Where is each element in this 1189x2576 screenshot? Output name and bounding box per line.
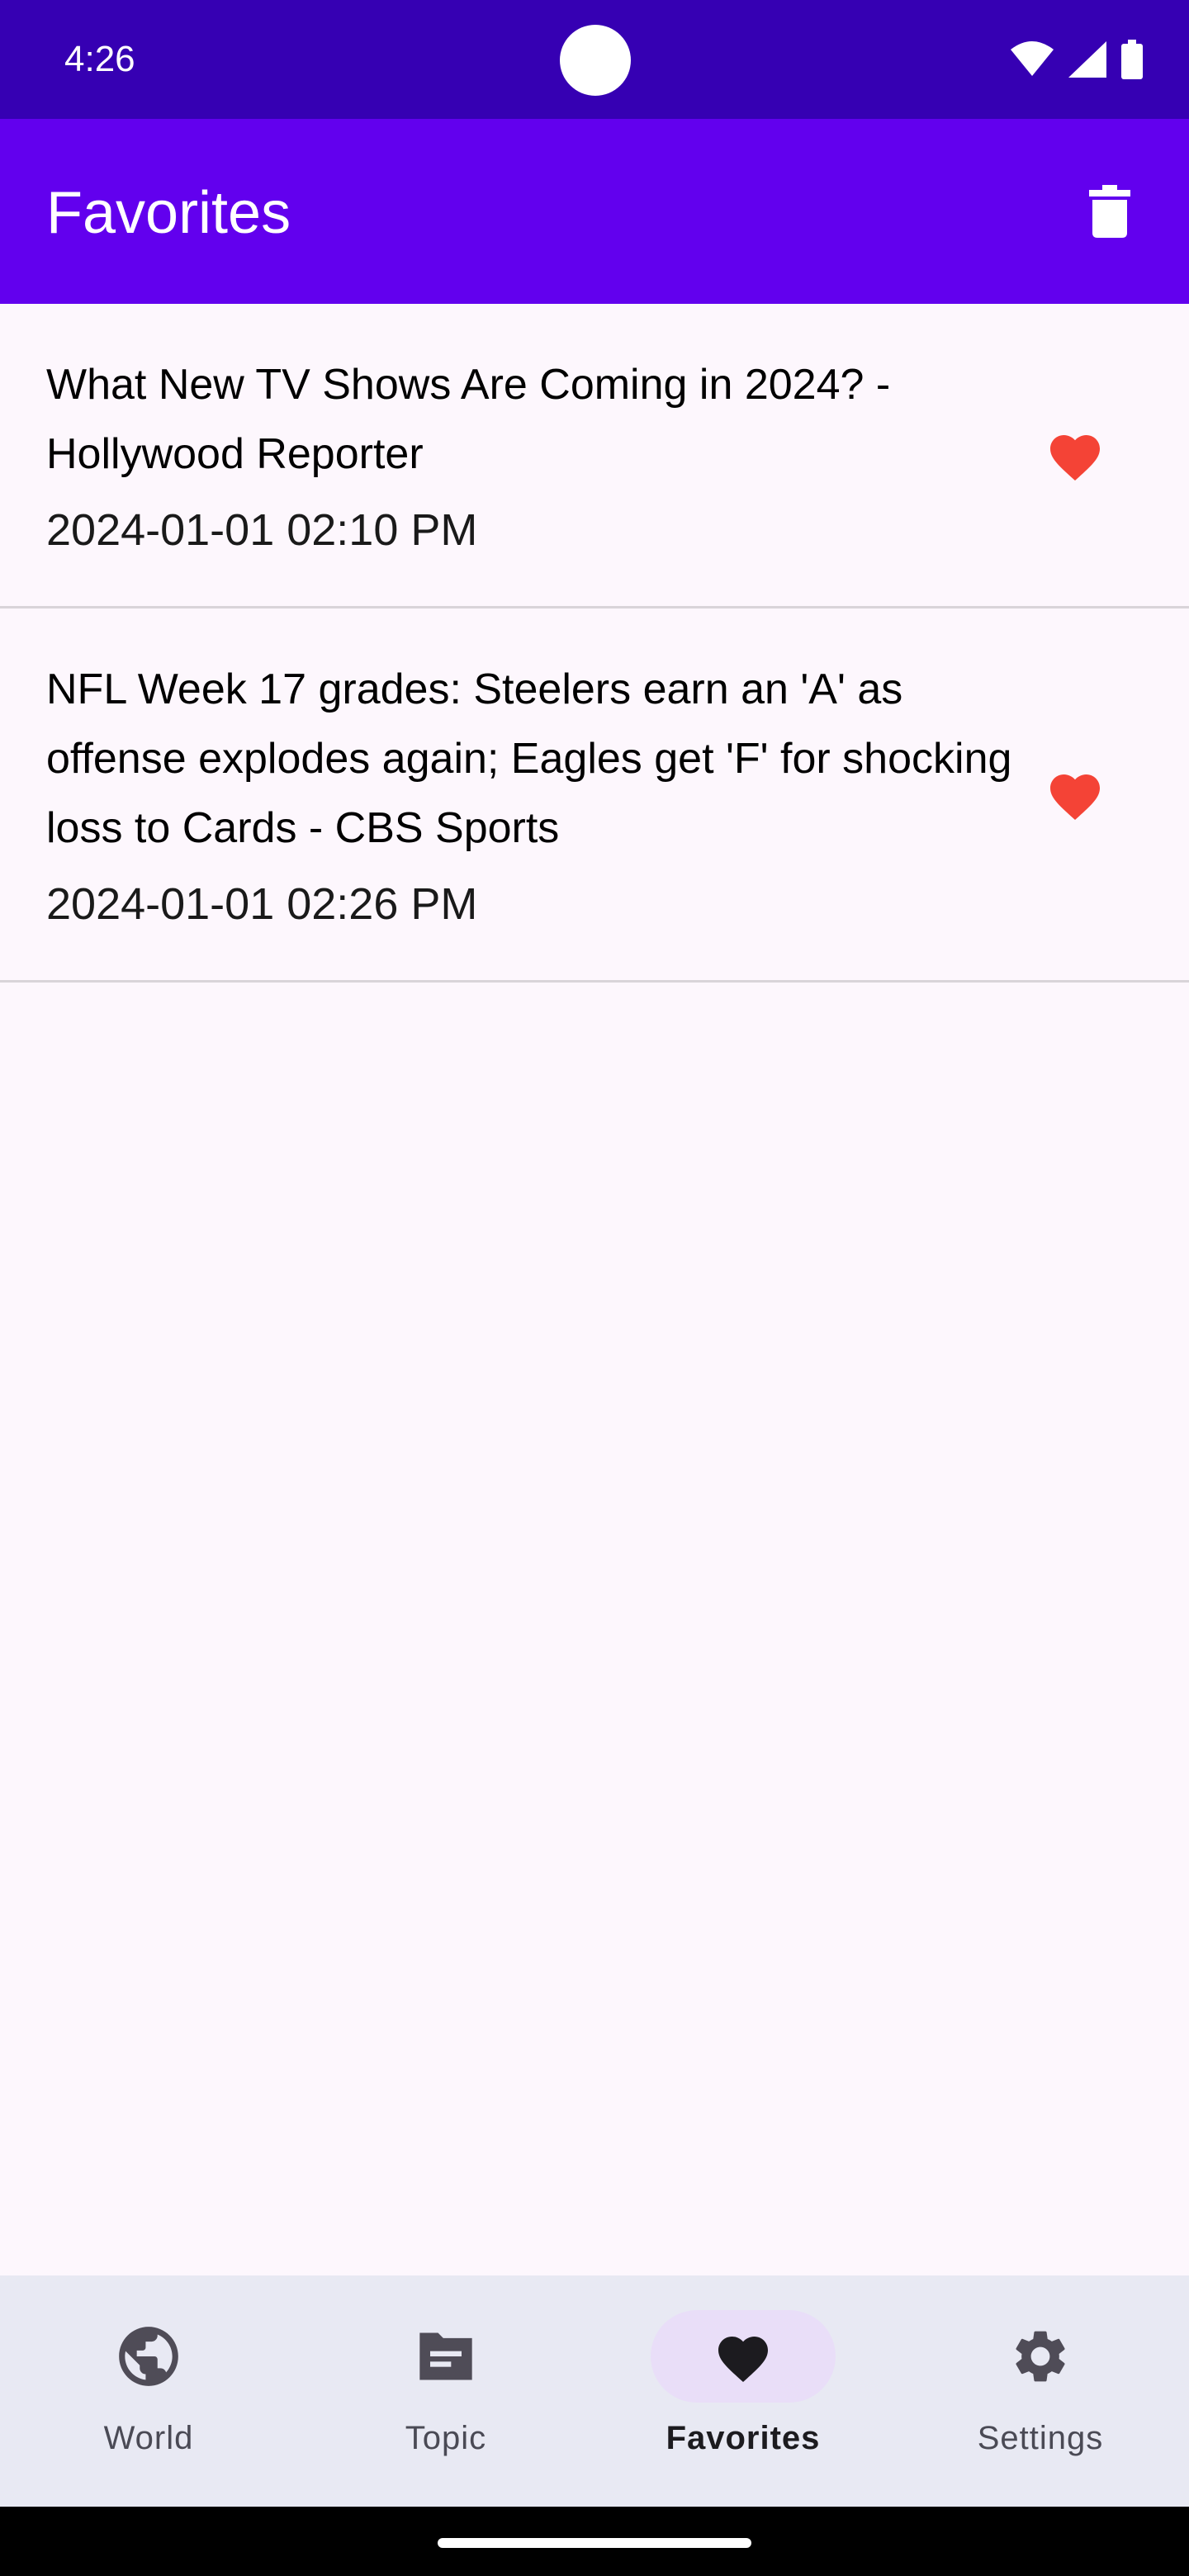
nav-label: World [103,2420,194,2456]
cellular-signal-icon [1068,41,1106,78]
article-title: What New TV Shows Are Coming in 2024? - … [46,361,891,478]
bottom-navigation: World Topic Favorites Settings [0,2275,1189,2507]
nav-label: Settings [977,2420,1104,2456]
list-item[interactable]: What New TV Shows Are Coming in 2024? - … [0,304,1189,608]
home-gesture-handle[interactable] [438,2538,751,2548]
nav-item-world[interactable]: World [0,2275,297,2507]
heart-icon [1050,435,1100,481]
app-bar: Favorites [0,119,1189,304]
battery-icon [1121,40,1143,79]
nav-label: Favorites [666,2420,821,2456]
nav-item-settings[interactable]: Settings [892,2275,1189,2507]
gear-icon [1016,2331,1065,2382]
article-title: NFL Week 17 grades: Steelers earn an 'A'… [46,665,1012,852]
article-date: 2024-01-01 02:10 PM [46,505,478,555]
globe-icon [119,2327,178,2386]
list-item[interactable]: NFL Week 17 grades: Steelers earn an 'A'… [0,608,1189,983]
active-indicator [651,2310,836,2403]
page-title: Favorites [46,180,291,246]
heart-icon [718,2337,768,2383]
wifi-icon [1011,41,1054,76]
favorites-list: What New TV Shows Are Coming in 2024? - … [0,304,1189,983]
favorite-toggle-button[interactable] [1040,420,1110,490]
article-date: 2024-01-01 02:26 PM [46,879,478,929]
nav-item-favorites[interactable]: Favorites [594,2275,892,2507]
status-icons [1011,40,1143,79]
nav-label: Topic [405,2420,487,2456]
heart-icon [1050,774,1100,821]
nav-item-topic[interactable]: Topic [297,2275,594,2507]
delete-all-button[interactable] [1077,178,1143,244]
article-icon [419,2332,472,2380]
gesture-navigation-bar [0,2507,1189,2576]
status-time: 4:26 [64,39,135,79]
trash-icon [1089,185,1130,238]
camera-cutout [560,25,631,96]
status-bar: 4:26 [0,0,1189,119]
favorite-toggle-button[interactable] [1040,760,1110,829]
